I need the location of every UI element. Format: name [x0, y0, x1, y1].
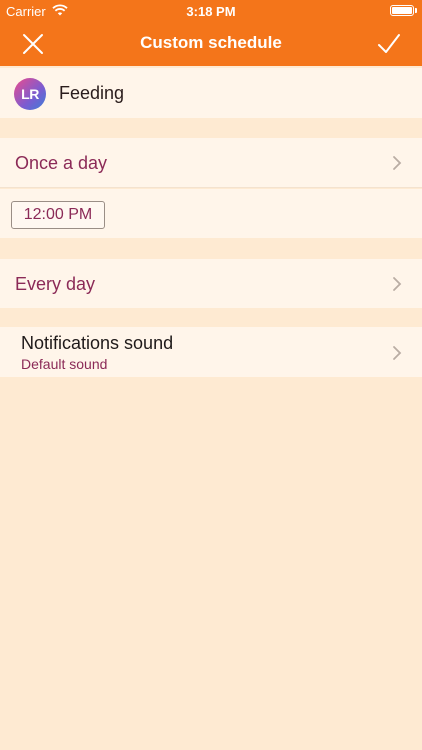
notifications-title: Notifications sound	[21, 333, 174, 353]
status-bar: Carrier 3:18 PM	[0, 0, 422, 22]
chevron-right-icon	[393, 346, 402, 360]
header-bar: Carrier 3:18 PM Custom schedule	[0, 0, 422, 66]
checkmark-icon[interactable]	[376, 31, 402, 57]
frequency-row[interactable]: Once a day	[0, 138, 422, 188]
notifications-sound-row[interactable]: Notifications sound Default sound	[0, 327, 422, 377]
entry-label: Feeding	[59, 83, 125, 103]
chevron-right-icon	[393, 277, 402, 291]
battery-tip	[415, 8, 417, 13]
frequency-label: Once a day	[15, 153, 108, 173]
repeat-label: Every day	[15, 274, 96, 294]
navbar: Custom schedule	[0, 22, 422, 66]
avatar: LR	[14, 78, 46, 110]
page-title: Custom schedule	[140, 33, 282, 52]
chevron-right-icon	[393, 156, 402, 170]
battery-icon	[390, 5, 414, 16]
repeat-row[interactable]: Every day	[0, 259, 422, 308]
time-chip[interactable]: 12:00 PM	[11, 201, 105, 229]
clock: 3:18 PM	[186, 4, 236, 19]
entry-row: LR Feeding	[0, 68, 422, 118]
time-row: 12:00 PM	[0, 189, 422, 238]
notifications-subtitle: Default sound	[21, 356, 108, 372]
